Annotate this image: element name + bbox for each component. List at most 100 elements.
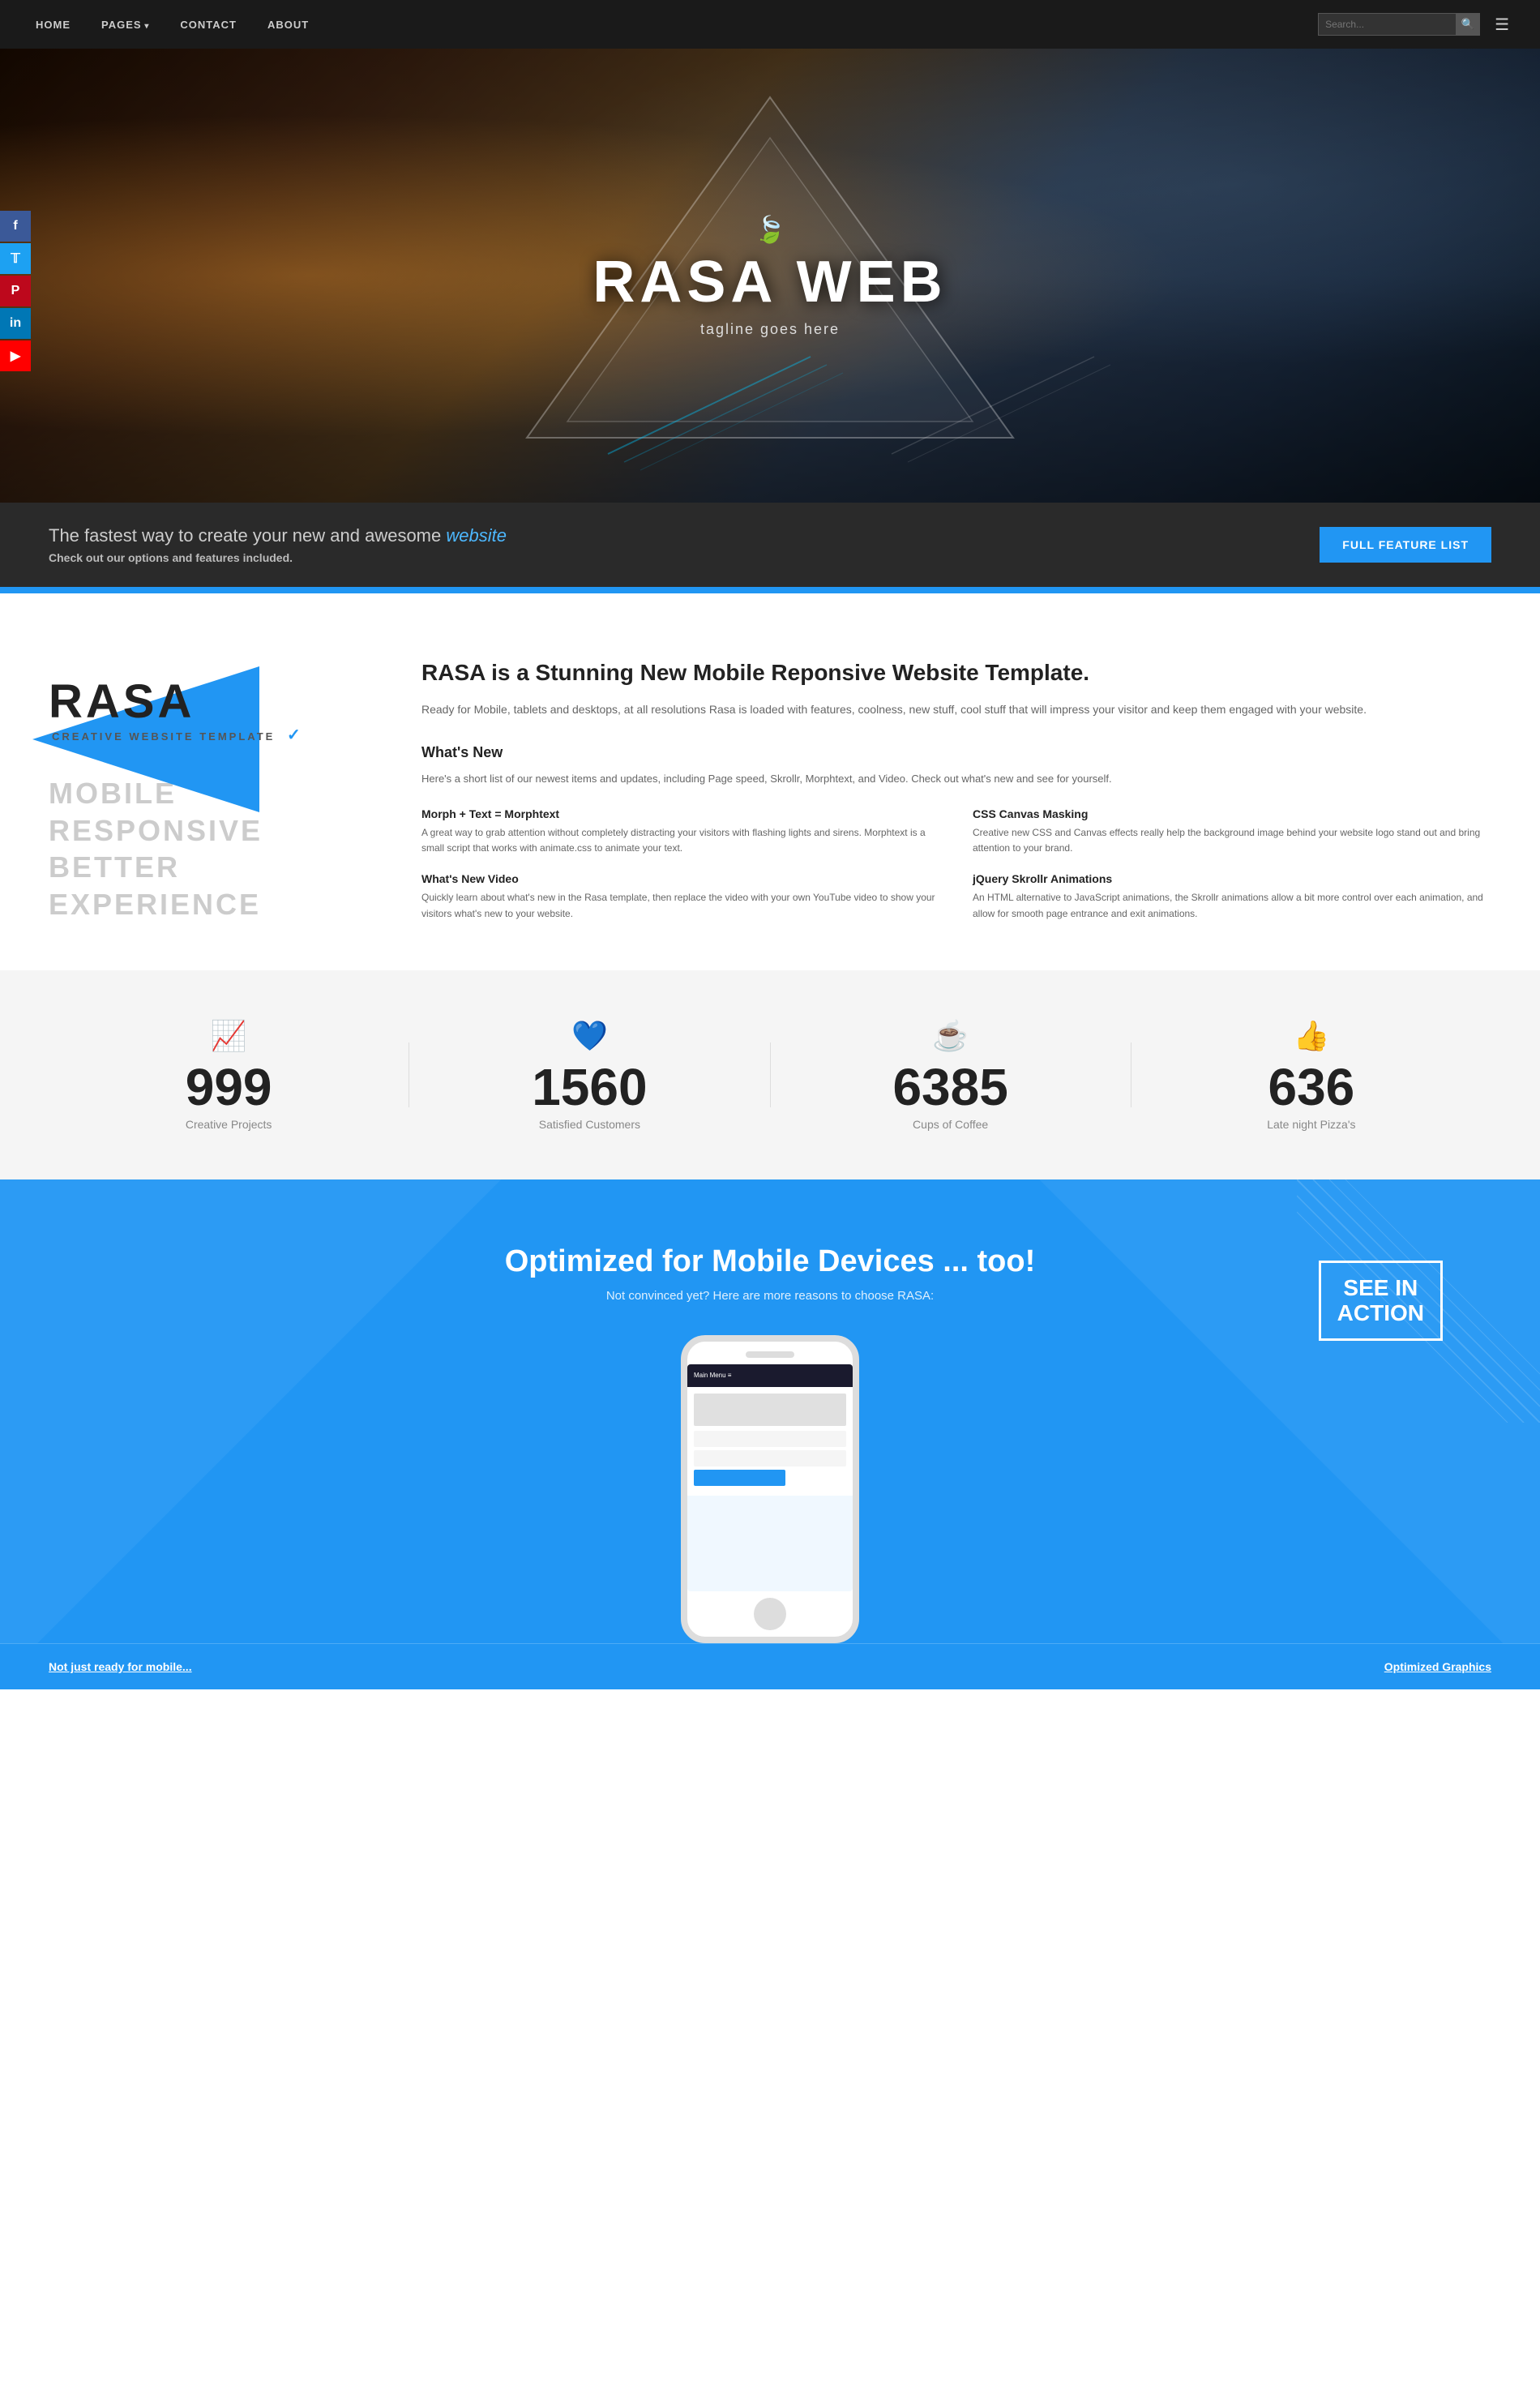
phone-screen-item-2 [694,1431,846,1447]
blue-divider [0,587,1540,593]
phone-screen: Main Menu ≡ [687,1364,853,1591]
hero-section: f 𝕋 P in ▶ 🍃 RASA WEB tagline goes here [0,49,1540,503]
stat-label-2: Cups of Coffee [771,1118,1131,1131]
stat-number-3: 636 [1131,1061,1491,1113]
feature-item-1: CSS Canvas Masking Creative new CSS and … [973,807,1491,856]
stat-number-2: 6385 [771,1061,1131,1113]
bottom-link-left[interactable]: Not just ready for mobile... [49,1660,192,1673]
rasa-logo: RASA CREATIVE WEBSITE TEMPLATE ✓ [49,674,303,745]
mobile-word-2: RESPONSIVE [49,815,373,847]
see-in-action-box[interactable]: SEE INACTION [1319,1261,1443,1342]
hero-content: 🍃 RASA WEB tagline goes here [592,214,947,338]
social-sidebar: f 𝕋 P in ▶ [0,211,31,373]
mobile-section-title: Optimized for Mobile Devices ... too! [49,1244,1491,1279]
nav-item-contact[interactable]: CONTACT [169,12,248,37]
tagline-main-text: The fastest way to create your new and a… [49,525,507,546]
stat-label-1: Satisfied Customers [409,1118,769,1131]
phone-mockup-container: Main Menu ≡ [49,1335,1491,1643]
hero-title: RASA WEB [592,253,947,311]
checkmark-icon: ✓ [287,726,303,744]
stat-icon-2: ☕ [771,1019,1131,1053]
facebook-button[interactable]: f [0,211,31,242]
bottom-link-right[interactable]: Optimized Graphics [1384,1660,1491,1673]
mobile-section-inner: Optimized for Mobile Devices ... too! No… [49,1244,1491,1643]
linkedin-icon: in [10,316,21,331]
search-container: 🔍 [1318,13,1480,36]
stat-number-0: 999 [49,1061,409,1113]
bottom-links: Not just ready for mobile... Optimized G… [0,1643,1540,1689]
phone-screen-item-4 [694,1470,785,1486]
rasa-logo-area: RASA CREATIVE WEBSITE TEMPLATE ✓ [49,658,373,745]
feature-item-3: jQuery Skrollr Animations An HTML altern… [973,872,1491,921]
nav-item-pages[interactable]: PAGES [90,12,160,37]
stat-item-2: ☕ 6385 Cups of Coffee [771,1019,1131,1131]
linkedin-button[interactable]: in [0,308,31,339]
phone-screen-item-1 [694,1394,846,1426]
features-grid: Morph + Text = Morphtext A great way to … [421,807,1491,922]
mobile-word-4: EXPERIENCE [49,888,373,921]
phone-mockup: Main Menu ≡ [681,1335,859,1643]
navbar-right: 🔍 ☰ [1318,11,1516,38]
feature-desc-1: Creative new CSS and Canvas effects real… [973,825,1491,856]
nav-menu: HOME PAGES CONTACT ABOUT [24,12,1318,37]
hamburger-menu-button[interactable]: ☰ [1488,11,1516,38]
hero-tagline: tagline goes here [592,321,947,338]
twitter-button[interactable]: 𝕋 [0,243,31,274]
feature-desc-3: An HTML alternative to JavaScript animat… [973,890,1491,921]
nav-item-home[interactable]: HOME [24,12,82,37]
feature-title-1: CSS Canvas Masking [973,807,1491,820]
whats-new-desc: Here's a short list of our newest items … [421,771,1491,788]
mobile-section-subtitle: Not convinced yet? Here are more reasons… [49,1289,1491,1303]
mobile-word-3: BETTER [49,851,373,884]
see-in-action-label: SEE INACTION [1337,1276,1424,1326]
feature-desc-2: Quickly learn about what's new in the Ra… [421,890,940,921]
phone-screen-item-3 [694,1450,846,1466]
phone-home-button [754,1598,786,1630]
stat-icon-3: 👍 [1131,1019,1491,1053]
phone-screen-nav: Main Menu ≡ [687,1364,853,1387]
about-section: RASA CREATIVE WEBSITE TEMPLATE ✓ MOBILE … [0,593,1540,970]
hero-leaf-icon: 🍃 [592,214,947,245]
pinterest-button[interactable]: P [0,276,31,306]
phone-screen-content [687,1387,853,1496]
phone-speaker [746,1351,794,1358]
about-title: RASA is a Stunning New Mobile Reponsive … [421,658,1491,687]
pinterest-icon: P [11,284,20,298]
about-right: RASA is a Stunning New Mobile Reponsive … [421,658,1491,922]
twitter-icon: 𝕋 [11,250,19,267]
youtube-button[interactable]: ▶ [0,340,31,371]
tagline-section: The fastest way to create your new and a… [0,503,1540,587]
tagline-subtext: Check out our options and features inclu… [49,551,507,564]
stat-item-0: 📈 999 Creative Projects [49,1019,409,1131]
feature-list-button[interactable]: Full Feature List [1320,527,1491,563]
feature-desc-0: A great way to grab attention without co… [421,825,940,856]
stat-label-0: Creative Projects [49,1118,409,1131]
about-left: RASA CREATIVE WEBSITE TEMPLATE ✓ MOBILE … [49,658,373,920]
phone-nav-text: Main Menu ≡ [694,1372,731,1379]
navbar: HOME PAGES CONTACT ABOUT 🔍 ☰ [0,0,1540,49]
stat-item-1: 💙 1560 Satisfied Customers [409,1019,769,1131]
whats-new-section: What's New Here's a short list of our ne… [421,744,1491,922]
stats-section: 📈 999 Creative Projects 💙 1560 Satisfied… [0,970,1540,1179]
stat-item-3: 👍 636 Late night Pizza's [1131,1019,1491,1131]
stat-icon-0: 📈 [49,1019,409,1053]
see-in-action[interactable]: SEE INACTION [1319,1261,1443,1342]
about-description: Ready for Mobile, tablets and desktops, … [421,700,1491,720]
nav-item-about[interactable]: ABOUT [256,12,320,37]
feature-item-2: What's New Video Quickly learn about wha… [421,872,940,921]
stat-icon-1: 💙 [409,1019,769,1053]
feature-title-3: jQuery Skrollr Animations [973,872,1491,885]
tagline-text-block: The fastest way to create your new and a… [49,525,507,564]
mobile-section-text-wrapper: Optimized for Mobile Devices ... too! No… [49,1244,1491,1303]
feature-title-0: Morph + Text = Morphtext [421,807,940,820]
search-button[interactable]: 🔍 [1456,13,1480,36]
youtube-icon: ▶ [11,348,20,364]
stat-number-1: 1560 [409,1061,769,1113]
feature-item-0: Morph + Text = Morphtext A great way to … [421,807,940,856]
rasa-logo-text-container: RASA CREATIVE WEBSITE TEMPLATE ✓ [49,674,303,745]
rasa-logo-text: RASA [49,674,195,729]
facebook-icon: f [13,219,17,233]
whats-new-title: What's New [421,744,1491,761]
stat-label-3: Late night Pizza's [1131,1118,1491,1131]
tagline-highlight: website [446,525,507,546]
